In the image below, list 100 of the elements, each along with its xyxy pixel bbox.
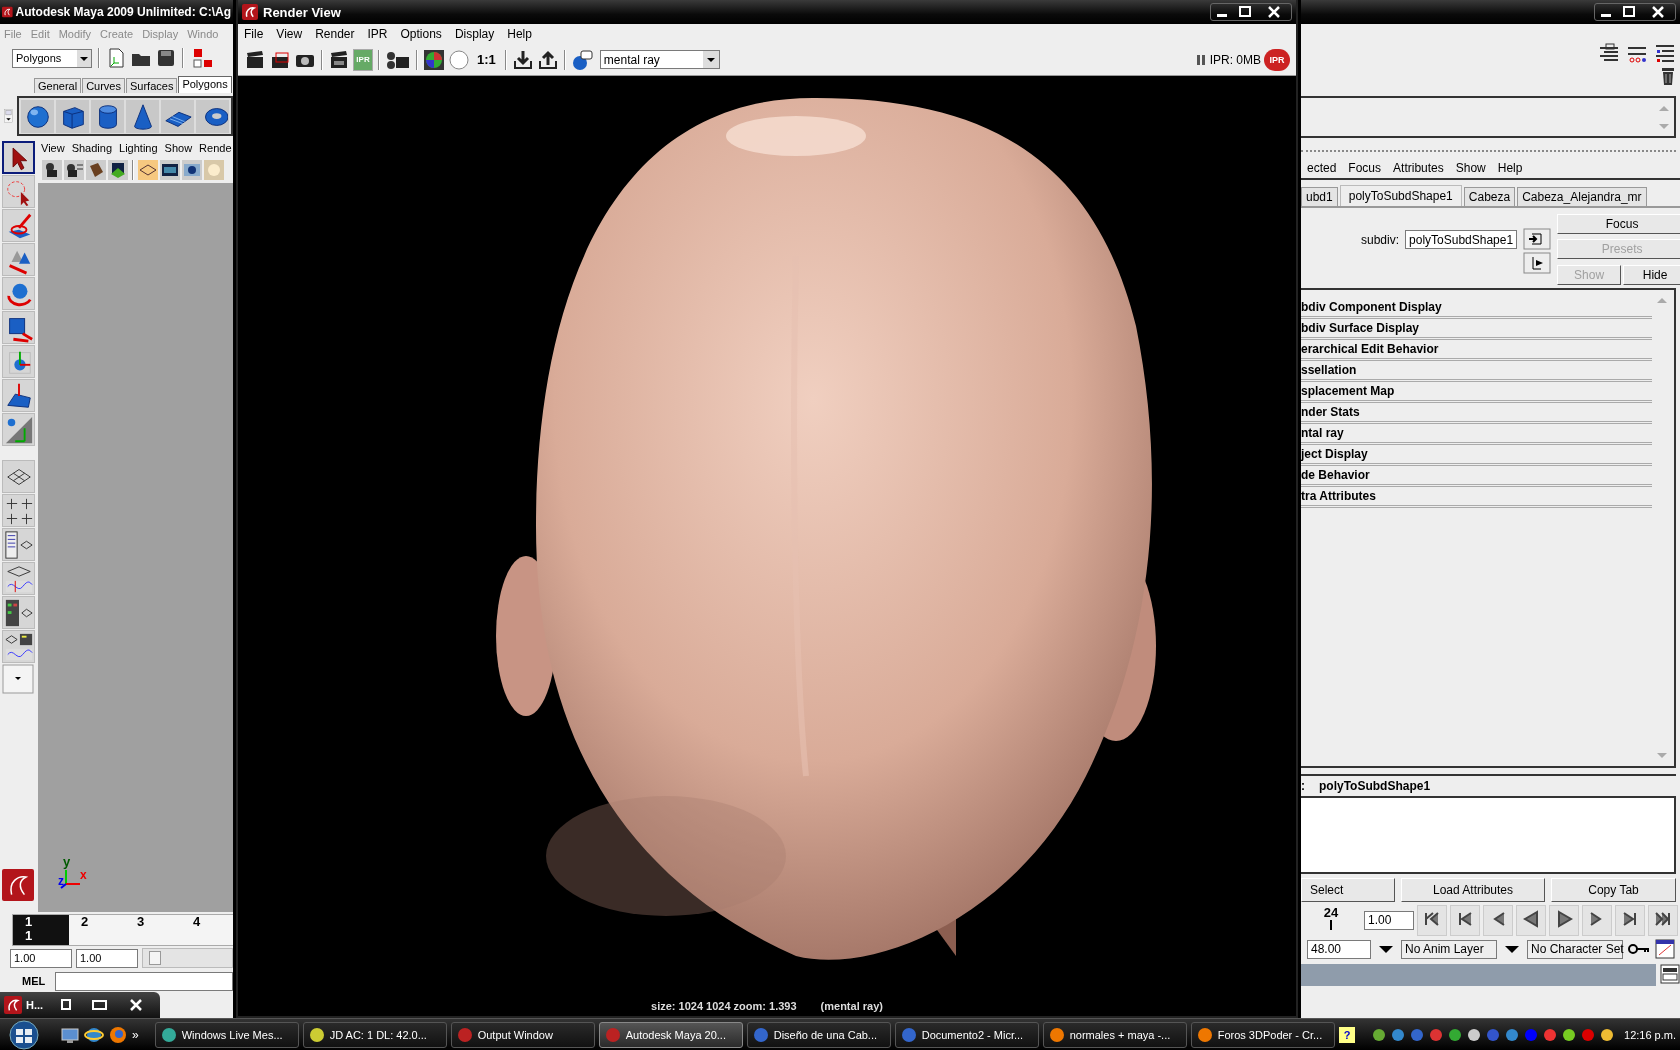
menu-item[interactable]: IPR (367, 27, 388, 41)
render-globals-icon[interactable] (570, 48, 593, 71)
keep-image-icon[interactable] (511, 48, 534, 71)
menu-item[interactable]: Show (1455, 161, 1486, 175)
current-time-field[interactable]: 1.00 (1364, 910, 1414, 930)
help-icon[interactable]: ? (1339, 1026, 1355, 1043)
more-button[interactable]: » (132, 1027, 139, 1042)
clock[interactable]: 12:16 p.m. (1624, 1028, 1676, 1041)
film-gate-icon[interactable] (160, 160, 180, 180)
section-header[interactable]: ssellation (1301, 361, 1652, 382)
tray-icon[interactable] (1466, 1026, 1482, 1043)
menu-item[interactable]: Render (315, 27, 355, 41)
taskbar-button[interactable]: normales + maya -... (1042, 1021, 1187, 1048)
action-button[interactable]: Load Attributes (1401, 878, 1545, 902)
menu-item[interactable]: Focus (1348, 161, 1382, 175)
notes-field[interactable] (1301, 796, 1676, 874)
menu-item[interactable]: Display (454, 27, 495, 41)
section-header[interactable]: nder Stats (1301, 403, 1652, 424)
tray-icon[interactable] (1390, 1026, 1406, 1043)
shelf-tab[interactable]: General (34, 78, 82, 93)
channel-box-icon[interactable] (1598, 42, 1620, 64)
remove-image-icon[interactable] (536, 48, 559, 71)
section-header[interactable]: ject Display (1301, 445, 1652, 466)
globe-icon[interactable] (108, 1024, 128, 1045)
color-channels-icon[interactable] (423, 48, 445, 71)
menu-item[interactable]: Help (507, 27, 532, 41)
start-time-field[interactable]: 1.00 (10, 948, 72, 968)
menu-item[interactable]: Attributes (1393, 161, 1444, 175)
menu-item[interactable]: ected (1307, 161, 1337, 175)
node-tab[interactable]: Cabeza_Alejandra_mr (1517, 187, 1647, 206)
shelf-tab[interactable]: Polygons (178, 76, 232, 93)
section-header[interactable]: erarchical Edit Behavior (1301, 340, 1652, 361)
playback-start-field[interactable]: 1.00 (76, 948, 138, 968)
action-button[interactable]: Copy Tab (1551, 878, 1676, 902)
panel-menu-item[interactable]: Rende (199, 142, 232, 154)
mixed-layout-icon[interactable] (3, 631, 34, 662)
taskbar-button[interactable]: Foros 3DPoder - Cr... (1190, 1021, 1335, 1048)
ipr-clapper-icon[interactable] (328, 48, 350, 71)
trash-icon[interactable] (1660, 66, 1676, 86)
menu-set-dropdown[interactable]: Polygons (12, 48, 92, 68)
section-header[interactable]: bdiv Component Display (1301, 298, 1652, 319)
tray-icon[interactable] (1447, 1026, 1463, 1043)
panel-menu-item[interactable]: View (41, 142, 65, 154)
panel-menu-item[interactable]: Show (164, 142, 193, 154)
section-header[interactable]: ntal ray (1301, 424, 1652, 445)
renderer-dropdown[interactable]: mental ray (599, 50, 720, 69)
real-size-button[interactable]: 1:1 (473, 52, 500, 67)
taskbar-button[interactable]: Documento2 - Micr... (894, 1021, 1039, 1048)
select-output-icon[interactable] (1523, 252, 1552, 274)
character-set-field[interactable]: No Character Set (1527, 939, 1623, 959)
shelf-tab[interactable]: Surfaces (126, 78, 178, 93)
node-tab[interactable]: polyToSubdShape1 (1339, 185, 1462, 206)
camera-attributes-icon[interactable] (64, 160, 84, 180)
menu-item[interactable]: Help (1497, 161, 1523, 175)
node-name-field[interactable]: polyToSubdShape1 (1405, 230, 1518, 249)
resolution-gate-icon[interactable] (182, 160, 202, 180)
menu-item[interactable]: View (276, 27, 303, 41)
tray-icon[interactable] (1504, 1026, 1520, 1043)
script-editor-icon[interactable] (1660, 964, 1680, 984)
taskbar-button[interactable]: JD AC: 1 DL: 42.0... (302, 1021, 447, 1048)
node-tab[interactable]: ubd1 (1301, 187, 1338, 206)
taskbar-button[interactable]: Autodesk Maya 20... (598, 1021, 743, 1048)
save-icon[interactable] (156, 47, 176, 69)
section-header[interactable]: bdiv Surface Display (1301, 319, 1652, 340)
hierarchy-icon[interactable] (190, 47, 212, 69)
tray-icon[interactable] (1561, 1026, 1577, 1043)
tray-icon[interactable] (1599, 1026, 1615, 1043)
graph-layout-icon[interactable] (3, 563, 34, 594)
action-button[interactable]: Select (1301, 878, 1395, 902)
end-time-field[interactable]: 48.00 (1307, 939, 1371, 959)
attribute-button[interactable]: Hide (1623, 264, 1680, 285)
shelf-tab[interactable]: Curves (82, 78, 125, 93)
pause-icon[interactable] (1194, 52, 1207, 67)
taskbar-button[interactable]: Output Window (450, 1021, 595, 1048)
menu-item[interactable]: Options (400, 27, 442, 41)
command-line-field[interactable] (55, 971, 233, 991)
menu-item[interactable]: File (244, 27, 264, 41)
attribute-button[interactable]: Focus (1557, 214, 1680, 234)
tray-icon[interactable] (1371, 1026, 1387, 1043)
panel-menu-item[interactable]: Shading (71, 142, 113, 154)
attribute-list-icon[interactable] (1654, 42, 1676, 64)
taskbar-button[interactable]: Windows Live Mes... (154, 1021, 299, 1048)
outliner-layout-icon[interactable] (3, 529, 34, 560)
node-tab[interactable]: Cabeza (1463, 187, 1516, 206)
section-header[interactable]: splacement Map (1301, 382, 1652, 403)
preferences-icon[interactable] (1655, 939, 1675, 959)
taskbar-button[interactable]: Diseño de una Cab... (746, 1021, 891, 1048)
section-header[interactable]: tra Attributes (1301, 487, 1652, 508)
image-plane-icon[interactable] (108, 160, 128, 180)
book-icon[interactable] (86, 160, 106, 180)
hypershade-layout-icon[interactable] (3, 597, 34, 628)
stop-ipr-button[interactable]: IPR (1264, 48, 1290, 71)
section-header[interactable]: de Behavior (1301, 466, 1652, 487)
time-slider[interactable]: 1 1 2 3 4 (12, 914, 233, 946)
anim-layer-field[interactable]: No Anim Layer (1401, 939, 1497, 959)
minimized-window[interactable]: H... (0, 992, 160, 1018)
range-slider-handle[interactable] (149, 951, 161, 965)
grid-toggle-icon[interactable] (138, 160, 158, 180)
select-input-icon[interactable] (1523, 228, 1552, 250)
camera-icon[interactable] (42, 160, 62, 180)
